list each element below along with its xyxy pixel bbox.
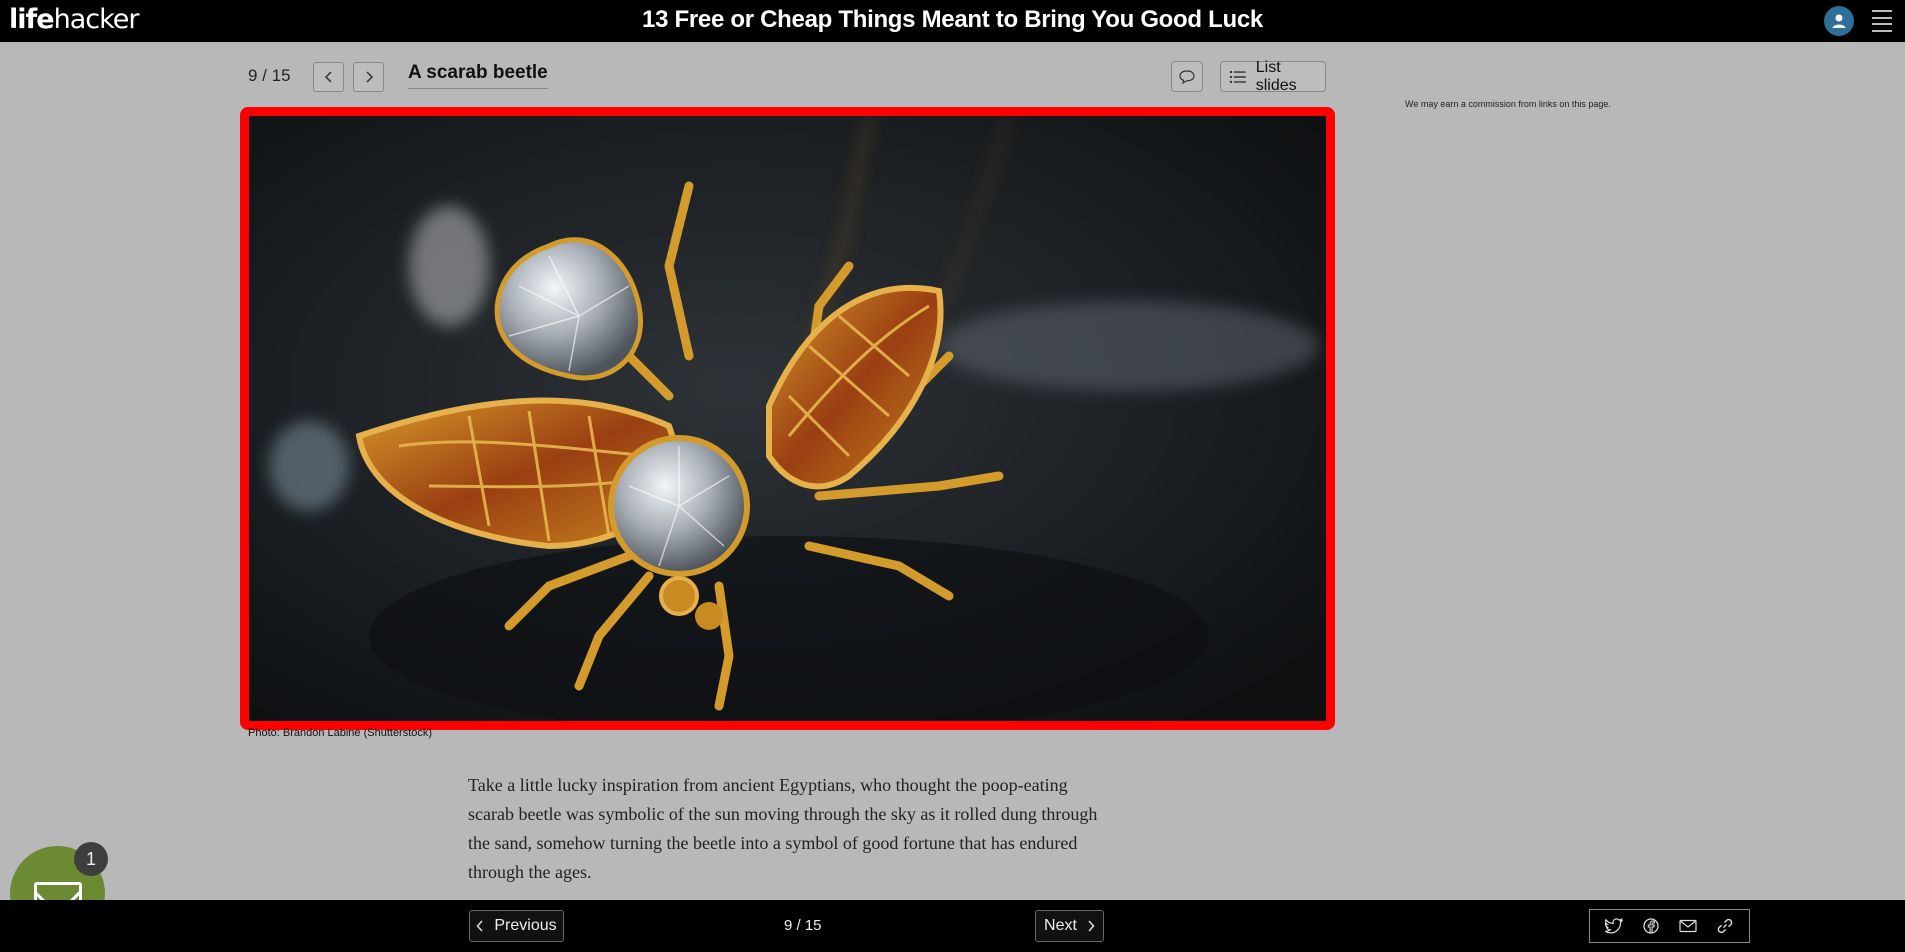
previous-label: Previous [494, 917, 557, 934]
chevron-left-icon [324, 71, 332, 83]
email-share-button[interactable] [1677, 915, 1699, 937]
user-icon [1832, 14, 1846, 28]
share-buttons [1589, 909, 1750, 943]
copy-link-button[interactable] [1714, 915, 1736, 937]
next-button[interactable]: Next [1035, 910, 1104, 942]
list-slides-label: List slides [1255, 58, 1297, 94]
comment-icon [1179, 69, 1195, 84]
chevron-right-icon [365, 71, 373, 83]
next-label: Next [1044, 917, 1077, 934]
slide-heading: A scarab beetle [408, 62, 548, 89]
chevron-left-icon [476, 920, 483, 932]
top-bar: lifehacker 13 Free or Cheap Things Meant… [0, 0, 1905, 42]
user-account-button[interactable] [1824, 6, 1854, 36]
hamburger-menu-icon[interactable] [1872, 10, 1892, 32]
facebook-icon [1643, 918, 1659, 934]
email-icon [1679, 919, 1697, 933]
link-icon [1717, 918, 1732, 934]
facebook-share-button[interactable] [1640, 915, 1662, 937]
chevron-right-icon [1088, 920, 1095, 932]
comments-button[interactable] [1171, 61, 1203, 92]
previous-button[interactable]: Previous [469, 910, 564, 942]
twitter-share-button[interactable] [1603, 915, 1625, 937]
scarab-beetle-jewelry-image [249, 116, 1326, 721]
photo-credit: Photo: Brandon Labine (Shutterstock) [248, 727, 433, 739]
next-slide-button[interactable] [353, 62, 384, 92]
list-slides-button[interactable]: List slides [1220, 58, 1326, 94]
previous-slide-button[interactable] [313, 62, 344, 92]
slide-photo [240, 107, 1335, 730]
affiliate-disclaimer: We may earn a commission from links on t… [1405, 99, 1611, 109]
twitter-icon [1605, 918, 1624, 934]
list-icon [1229, 70, 1246, 83]
notification-badge: 1 [74, 842, 108, 876]
slide-body-text: Take a little lucky inspiration from anc… [468, 775, 1098, 882]
article-title: 13 Free or Cheap Things Meant to Bring Y… [642, 6, 1263, 33]
bottom-slide-counter: 9 / 15 [784, 917, 822, 934]
slide-counter: 9 / 15 [248, 66, 291, 85]
